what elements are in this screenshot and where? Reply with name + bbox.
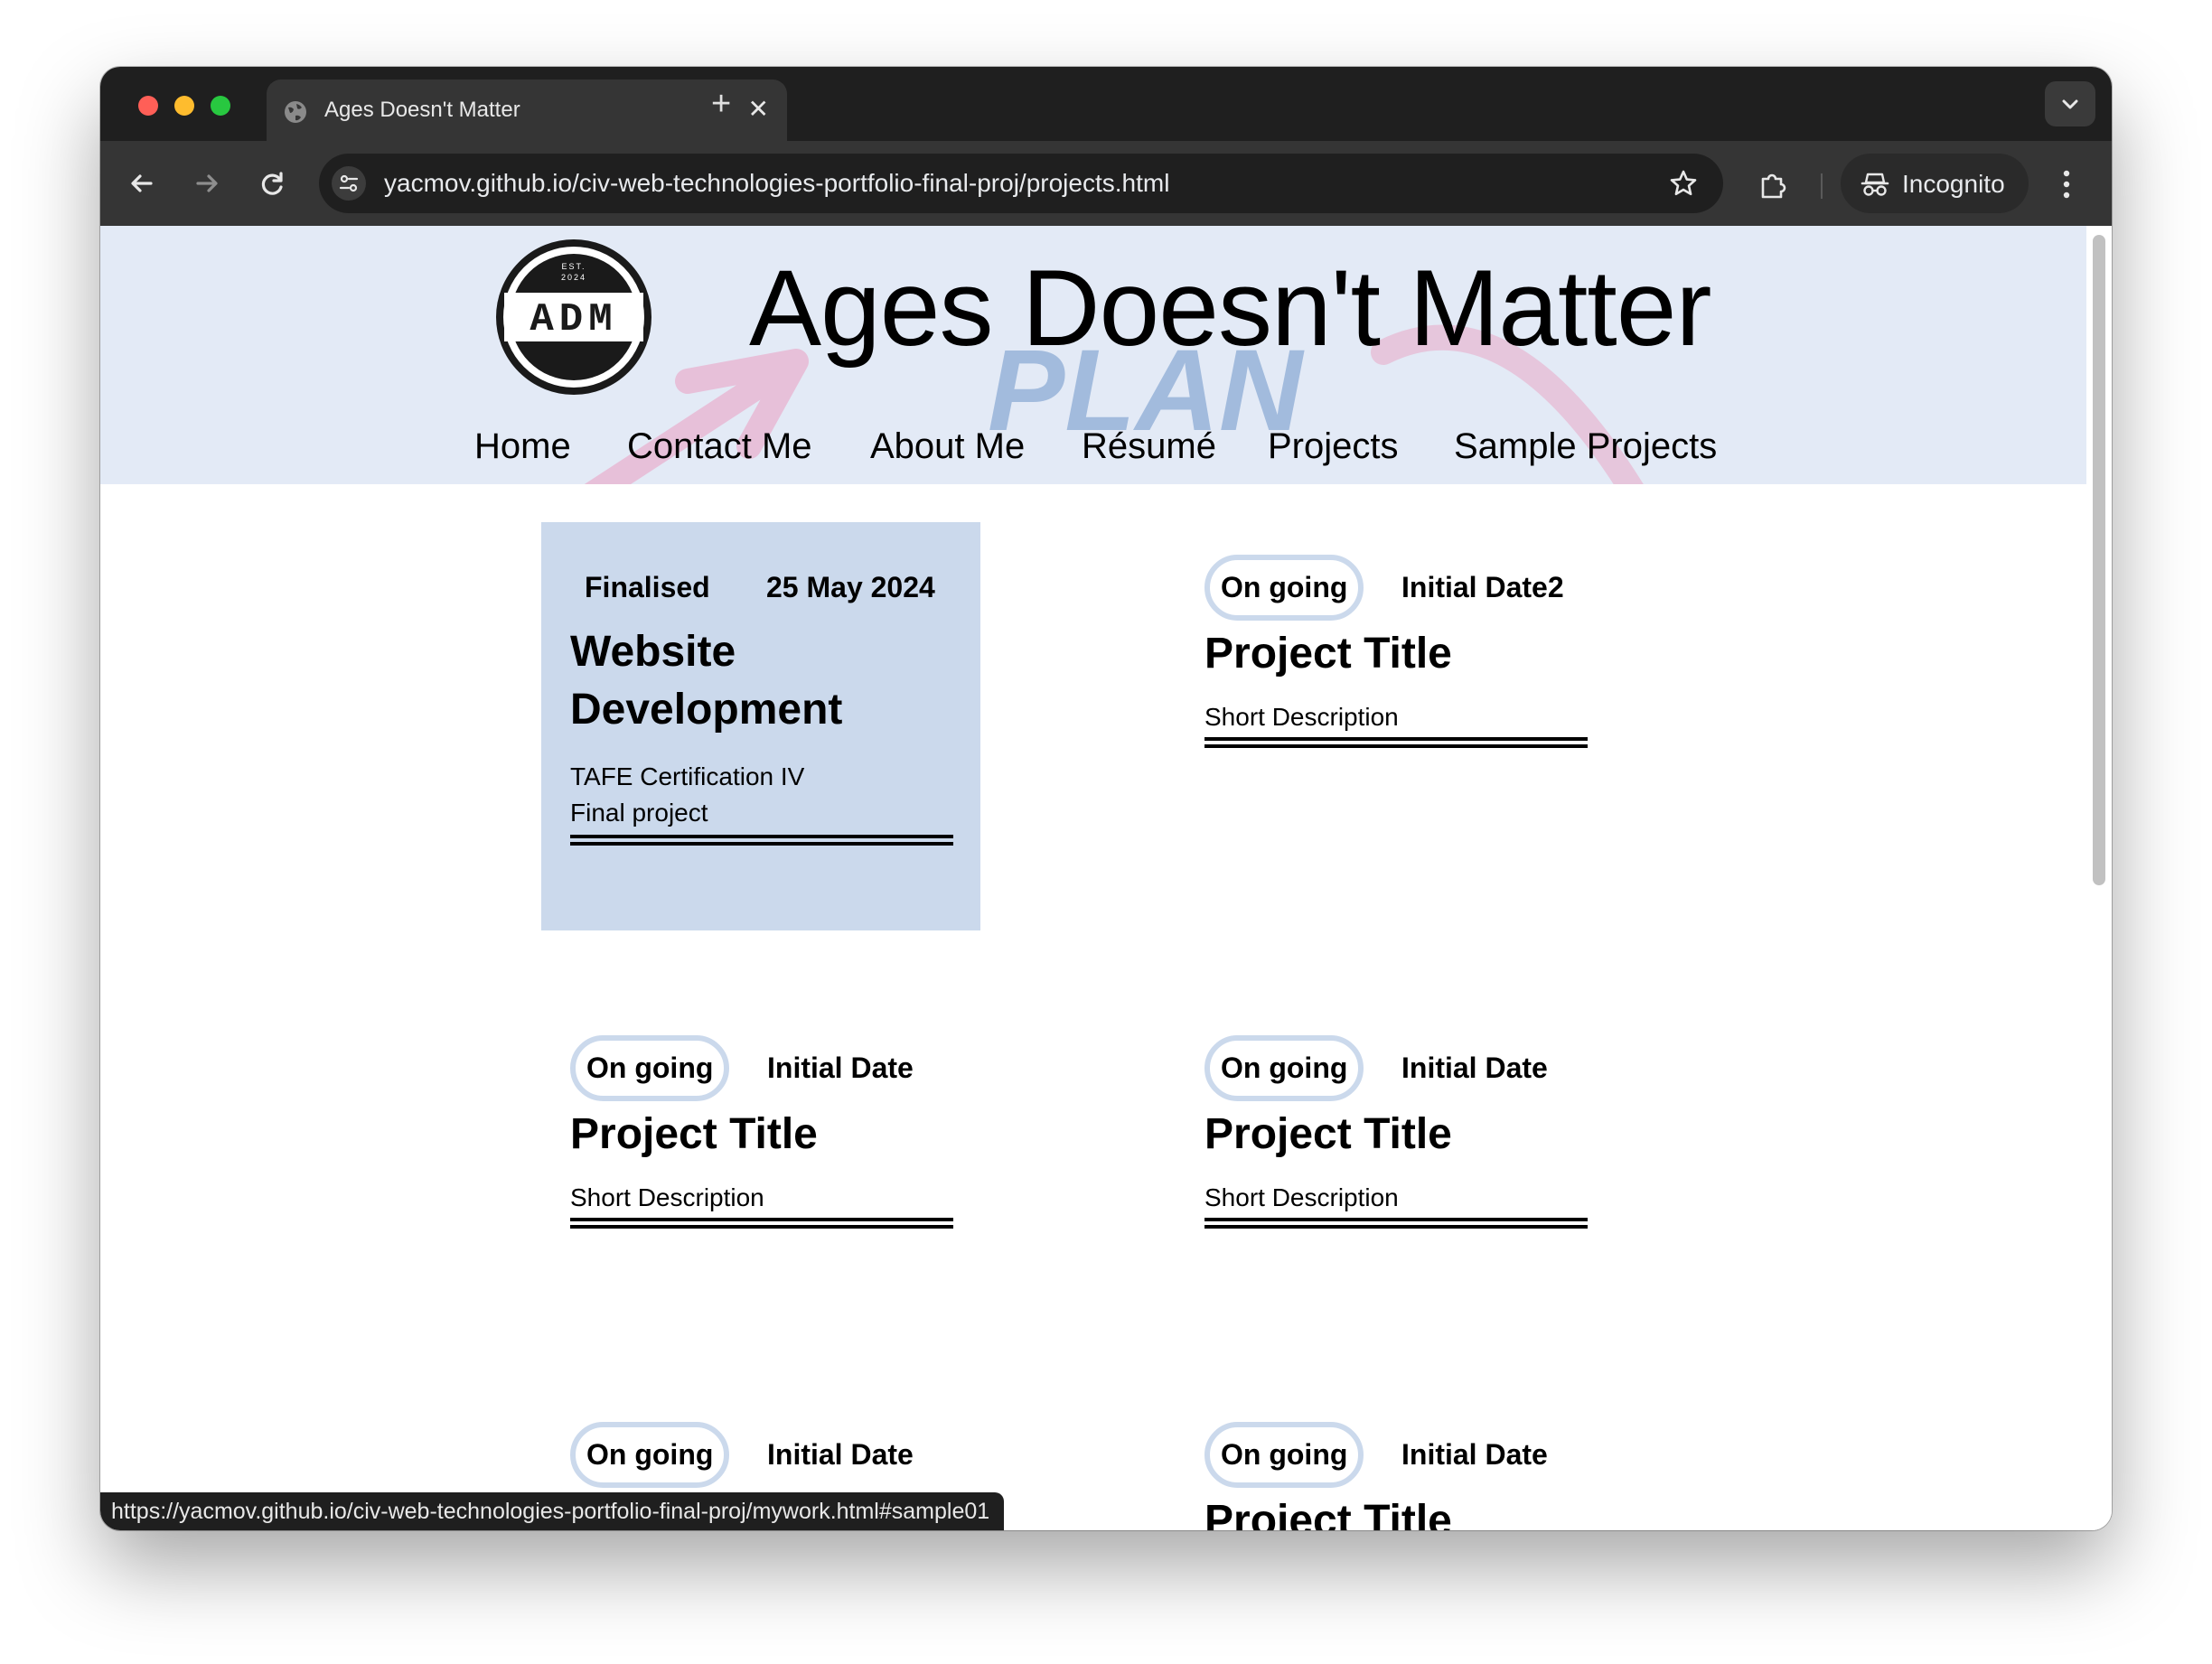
project-status: Finalised — [585, 571, 710, 603]
active-tab[interactable]: Ages Doesn't Matter ✕ — [267, 79, 787, 141]
project-title: Website Development — [570, 628, 843, 734]
project-card[interactable]: On going Initial Date Project Title Shor… — [541, 1003, 980, 1274]
site-title: Ages Doesn't Matter — [749, 248, 1711, 369]
browser-toolbar: yacmov.github.io/civ-web-technologies-po… — [100, 141, 2112, 226]
star-icon[interactable] — [1669, 169, 1698, 198]
project-date: Initial Date — [1401, 1052, 1548, 1084]
project-status-pill: On going — [1204, 1422, 1364, 1488]
tab-search-icon — [2062, 99, 2078, 109]
nav-sample-projects[interactable]: Sample Projects — [1454, 426, 1717, 467]
page-viewport: PLAN EST. 2024 ADM Ages Doesn't Matter H… — [100, 226, 2112, 1530]
project-title: Project Title — [1204, 1110, 1452, 1158]
project-title: Project Title — [1204, 630, 1452, 678]
incognito-profile-button[interactable]: Incognito — [1841, 154, 2029, 213]
project-date: Initial Date2 — [1401, 571, 1564, 603]
url-text[interactable]: yacmov.github.io/civ-web-technologies-po… — [384, 169, 1169, 198]
back-arrow-icon[interactable] — [124, 165, 160, 201]
nav-contact-me[interactable]: Contact Me — [627, 426, 812, 467]
project-status-pill: On going — [570, 1422, 730, 1488]
profile-label: Incognito — [1902, 170, 2005, 198]
project-date: Initial Date — [1401, 1438, 1548, 1471]
close-window-button[interactable] — [138, 96, 158, 116]
site-header: PLAN EST. 2024 ADM Ages Doesn't Matter H… — [100, 226, 2086, 484]
nav-resume[interactable]: Résumé — [1082, 426, 1216, 467]
nav-about-me[interactable]: About Me — [870, 426, 1025, 467]
nav-projects[interactable]: Projects — [1268, 426, 1399, 467]
project-date: Initial Date — [767, 1052, 914, 1084]
scrollbar-thumb[interactable] — [2093, 235, 2105, 885]
browser-window: Ages Doesn't Matter ✕ + yacmov.github.io… — [100, 67, 2112, 1530]
nav-home[interactable]: Home — [474, 426, 571, 467]
new-tab-button[interactable]: + — [711, 87, 731, 121]
forward-arrow-icon[interactable] — [189, 165, 225, 201]
main-nav: Home Contact Me About Me Résumé Projects… — [100, 426, 2086, 481]
description-underline — [570, 835, 953, 846]
address-bar[interactable]: yacmov.github.io/civ-web-technologies-po… — [319, 154, 1723, 213]
project-status-pill: On going — [570, 1035, 730, 1101]
project-title: Project Title — [570, 1110, 818, 1158]
project-status-pill: On going — [1204, 1035, 1364, 1101]
project-card[interactable]: On going Initial Date Project Title Shor… — [1204, 1003, 1644, 1274]
site-info-button[interactable] — [332, 166, 366, 201]
minimize-window-button[interactable] — [174, 96, 194, 116]
zoom-window-button[interactable] — [211, 96, 230, 116]
extensions-icon[interactable] — [1757, 170, 1788, 201]
project-date: 25 May 2024 — [766, 571, 935, 603]
project-description: Short Description — [1204, 703, 1399, 731]
site-info-icon — [339, 174, 359, 192]
description-underline — [1204, 737, 1588, 748]
scrollbar-track[interactable] — [2086, 226, 2112, 1530]
project-description: Short Description — [570, 1183, 764, 1211]
close-tab-button[interactable]: ✕ — [748, 97, 769, 122]
project-card[interactable]: Finalised 25 May 2024 Website Developmen… — [541, 522, 980, 930]
description-underline — [570, 1218, 953, 1229]
project-card[interactable]: On going Initial Date Project Title — [1204, 1389, 1644, 1530]
project-title: Project Title — [1204, 1497, 1452, 1530]
description-underline — [1204, 1218, 1588, 1229]
project-description: TAFE Certification IV — [570, 762, 805, 790]
project-date: Initial Date — [767, 1438, 914, 1471]
globe-icon — [285, 101, 306, 123]
project-description: Short Description — [1204, 1183, 1399, 1211]
toolbar-separator — [1821, 173, 1823, 199]
link-status-bar: https://yacmov.github.io/civ-web-technol… — [100, 1492, 1005, 1530]
project-description-line2: Final project — [570, 799, 708, 827]
incognito-icon — [1861, 173, 1889, 196]
reload-icon[interactable] — [254, 165, 290, 201]
project-status-pill: On going — [1204, 555, 1364, 621]
tab-strip: Ages Doesn't Matter ✕ + — [100, 67, 2112, 141]
tab-title: Ages Doesn't Matter — [324, 98, 520, 122]
project-card[interactable]: On going Initial Date2 Project Title Sho… — [1204, 522, 1644, 793]
tab-search-button[interactable] — [2045, 81, 2095, 126]
more-menu-icon[interactable] — [2061, 168, 2072, 201]
